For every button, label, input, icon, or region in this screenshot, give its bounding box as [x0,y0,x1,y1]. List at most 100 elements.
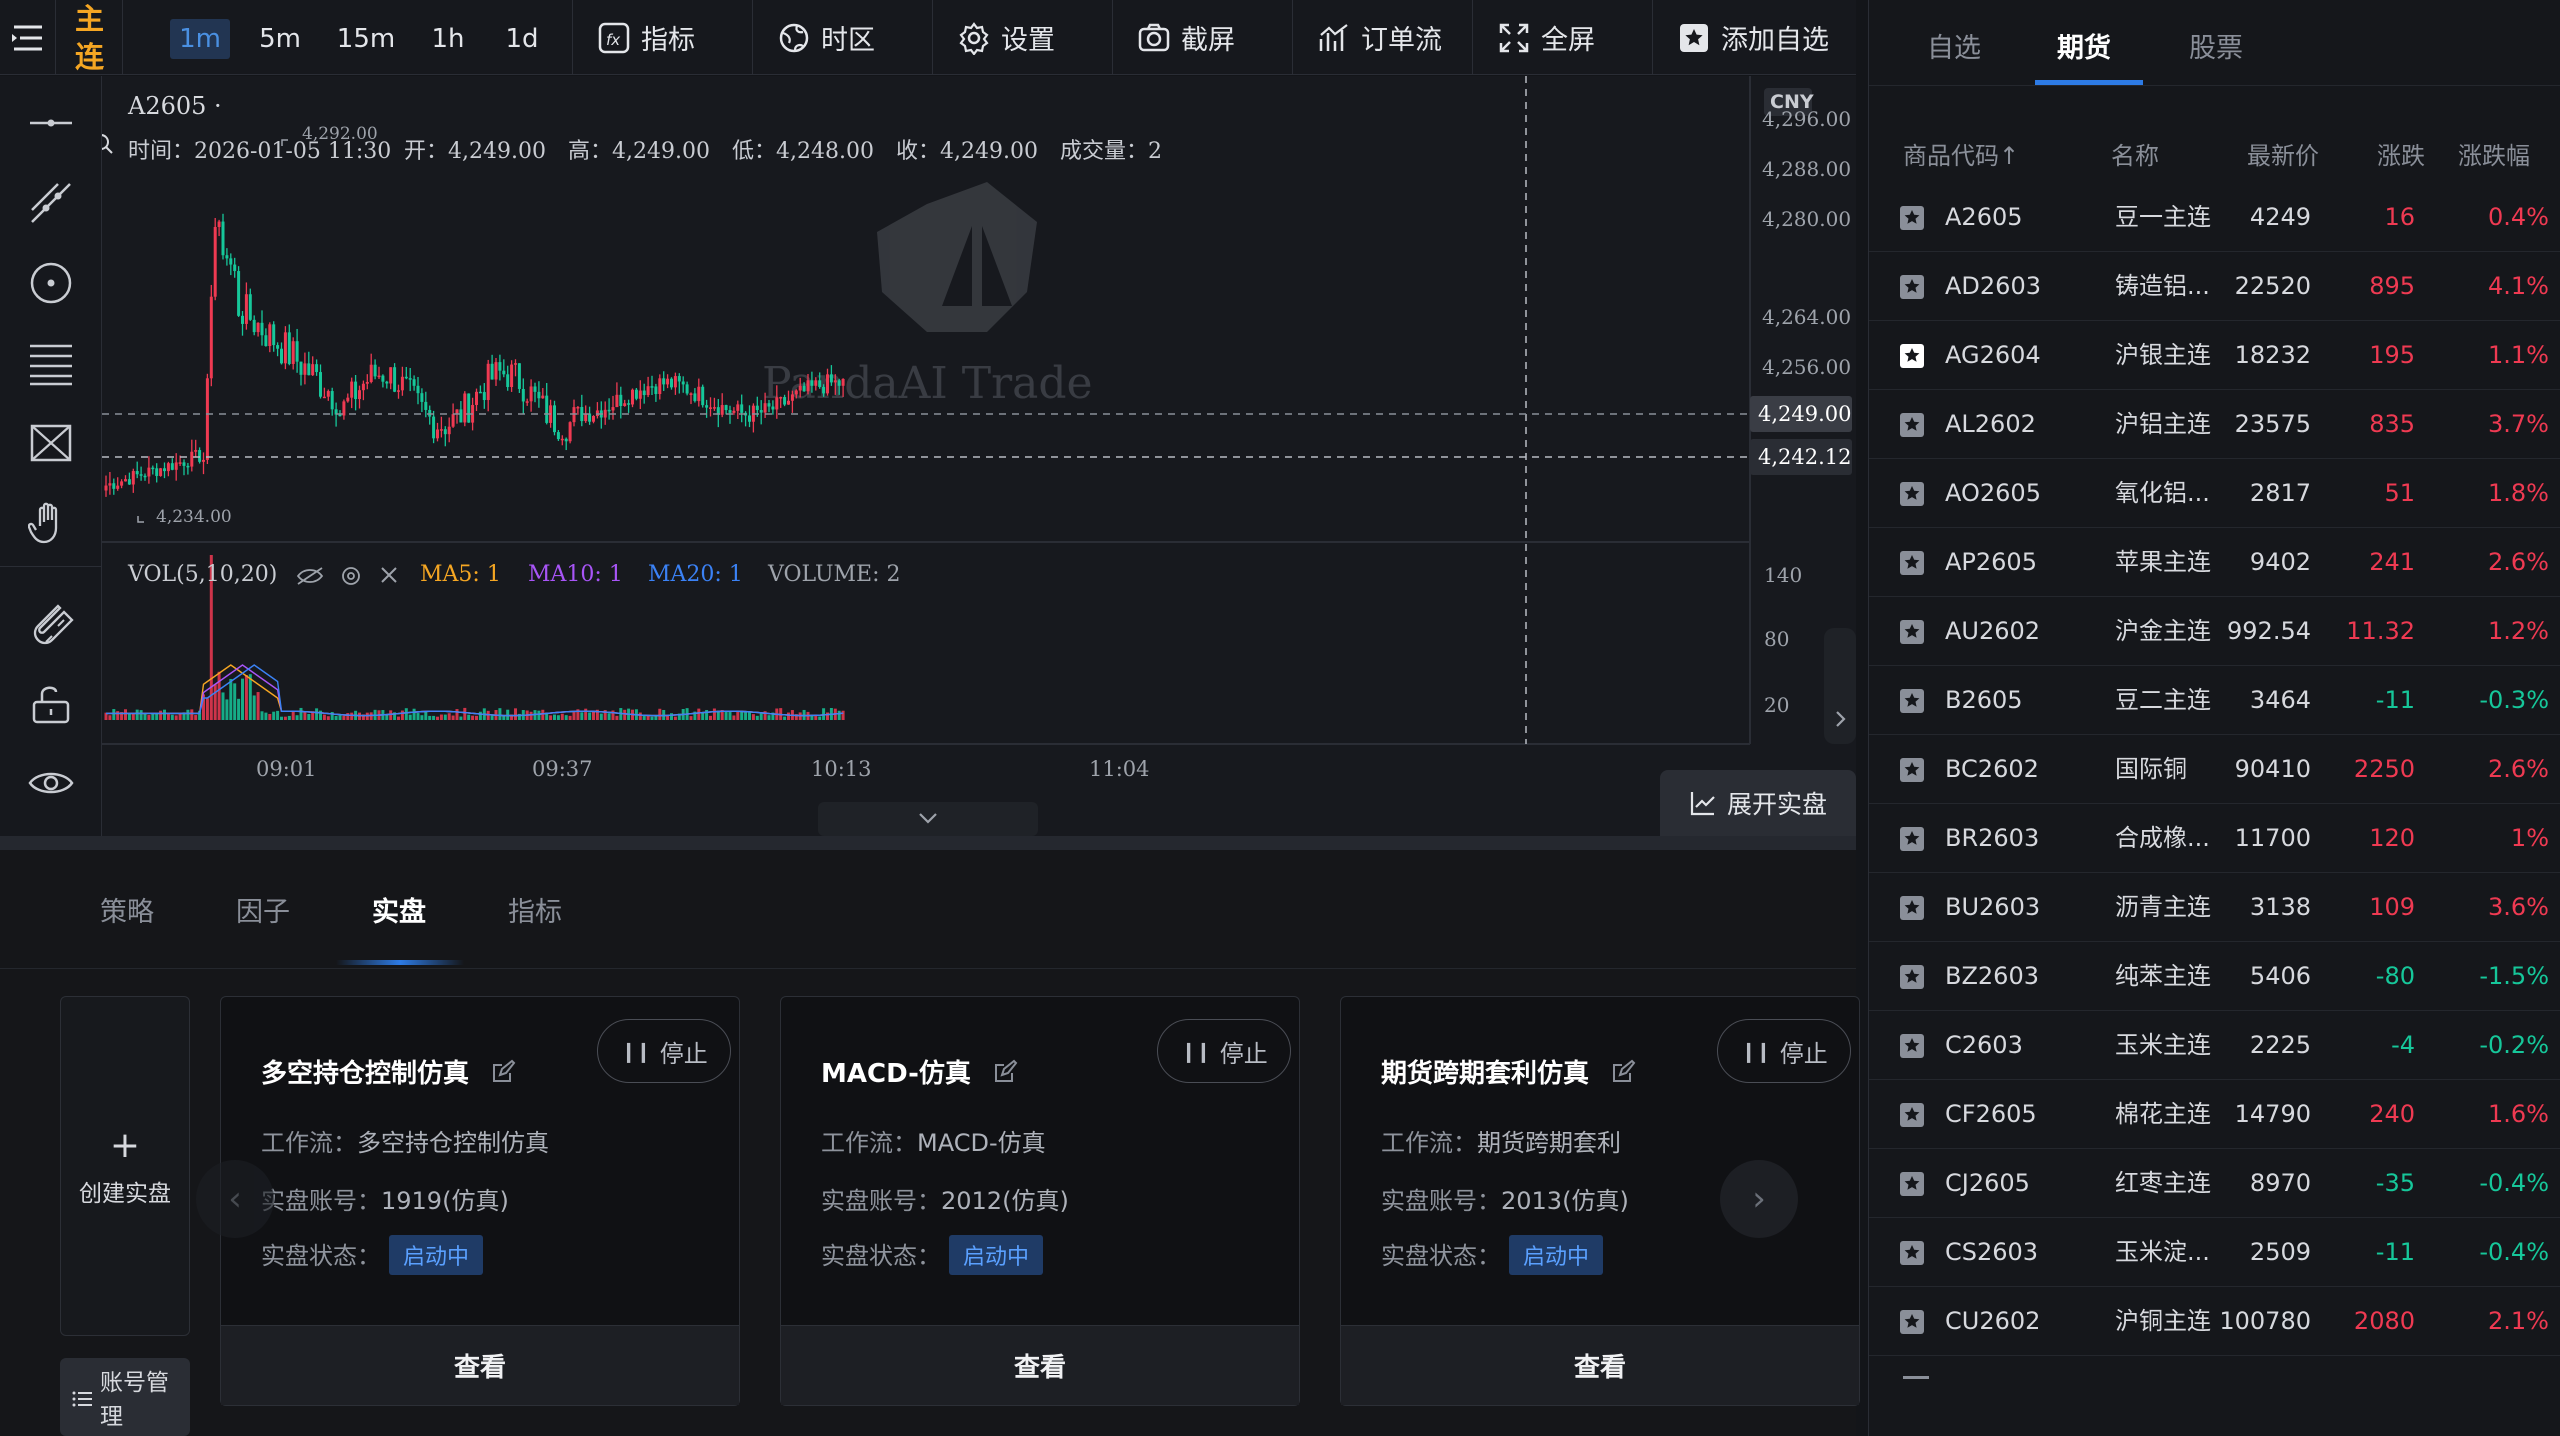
tab-live[interactable]: 实盘 [372,890,426,929]
star-bookmark-icon [1900,1310,1924,1334]
star-toggle[interactable] [1899,735,1925,804]
horizontal-line-tool[interactable] [24,96,78,150]
star-toggle[interactable] [1899,390,1925,459]
star-toggle[interactable] [1899,942,1925,1011]
stop-button[interactable]: ❙❙ 停止 [1157,1019,1291,1083]
star-toggle[interactable] [1899,1287,1925,1356]
tab-favorites[interactable]: 自选 [1927,26,1981,65]
watchlist-row[interactable]: BC2602 国际铜 90410 2250 2.6% [1869,735,2560,804]
watchlist-row[interactable]: BZ2603 纯苯主连 5406 -80 -1.5% [1869,942,2560,1011]
contract-type-selector[interactable]: 主 连 [57,0,123,75]
col-header-change[interactable]: 涨跌 [2377,136,2425,171]
watchlist-row[interactable]: AG2604 沪银主连 18232 195 1.1% [1869,321,2560,390]
fullscreen-button[interactable]: 全屏 [1472,0,1652,75]
lock-tool[interactable] [24,676,78,730]
star-toggle[interactable] [1899,252,1925,321]
remove-indicator-icon[interactable] [381,567,397,583]
timezone-button[interactable]: 时区 [752,0,932,75]
tab-factor[interactable]: 因子 [236,890,290,929]
col-header-code[interactable]: 商品代码↑ [1903,136,2019,171]
watchlist-row[interactable]: AL2602 沪铝主连 23575 835 3.7% [1869,390,2560,459]
account-management-button[interactable]: 账号管 理 [60,1358,190,1436]
circle-tool[interactable] [24,256,78,310]
timeframe-15m[interactable]: 15m [330,19,402,59]
screenshot-button[interactable]: 截屏 [1112,0,1292,75]
carousel-prev-button[interactable]: ‹ [196,1160,274,1238]
timeframe-5m[interactable]: 5m [250,19,310,59]
tab-indicator[interactable]: 指标 [508,890,562,929]
star-toggle[interactable] [1899,804,1925,873]
view-button[interactable]: 查看 [1341,1325,1859,1405]
watchlist-row[interactable]: C2603 玉米主连 2225 -4 -0.2% [1869,1011,2560,1080]
magnet-tool[interactable] [24,596,78,650]
tab-stocks[interactable]: 股票 [2189,26,2243,65]
hide-eye-icon[interactable] [296,567,324,585]
star-toggle[interactable] [1899,1149,1925,1218]
create-live-button[interactable]: + 创建实盘 [60,996,190,1336]
star-toggle[interactable] [1899,666,1925,735]
star-toggle[interactable] [1899,528,1925,597]
indicator-settings-icon[interactable] [342,567,360,585]
indicator-button[interactable]: fx 指标 [572,0,752,75]
visibility-tool[interactable] [24,756,78,810]
side-collapse-handle[interactable] [1824,628,1856,744]
tab-futures[interactable]: 期货 [2057,26,2111,65]
watchlist-row[interactable]: BR2603 合成橡... 11700 120 1% [1869,804,2560,873]
watchlist-row[interactable]: A2605 豆一主连 4249 16 0.4% [1869,183,2560,252]
candle-body [432,416,436,439]
star-toggle[interactable] [1899,1011,1925,1080]
chart-canvas[interactable]: PandaAI Trade CNY 4,296.00 4,288.00 4,28… [102,76,1856,836]
pan-hand-tool[interactable] [24,496,78,550]
star-toggle[interactable] [1899,1080,1925,1149]
watchlist-row[interactable]: BU2603 沥青主连 3138 109 3.6% [1869,873,2560,942]
star-toggle[interactable] [1899,597,1925,666]
col-header-pct[interactable]: 涨跌幅 [2458,136,2530,171]
star-toggle[interactable] [1899,1218,1925,1287]
watchlist-row[interactable]: CJ2605 红枣主连 8970 -35 -0.4% [1869,1149,2560,1218]
candle-body [198,450,202,462]
carousel-next-button[interactable]: › [1720,1160,1798,1238]
watchlist-row[interactable]: AP2605 苹果主连 9402 241 2.6% [1869,528,2560,597]
edit-icon[interactable] [490,1059,516,1085]
timeframe-1m[interactable]: 1m [170,19,230,59]
watchlist-row[interactable]: AU2602 沪金主连 992.54 11.32 1.2% [1869,597,2560,666]
watchlist-row[interactable]: B2605 豆二主连 3464 -11 -0.3% [1869,666,2560,735]
timeframe-1d[interactable]: 1d [494,19,550,59]
watchlist-row[interactable]: AD2603 铸造铝... 22520 895 4.1% [1869,252,2560,321]
view-button[interactable]: 查看 [781,1325,1299,1405]
price-chart[interactable]: PandaAI Trade CNY 4,296.00 4,288.00 4,28… [102,76,1856,836]
stop-button[interactable]: ❙❙ 停止 [1717,1019,1851,1083]
trend-line-tool[interactable] [24,176,78,230]
panel-separator[interactable] [0,836,1856,850]
col-header-last[interactable]: 最新价 [2247,136,2319,171]
settings-button[interactable]: 设置 [932,0,1112,75]
tabs-divider [1869,85,2560,86]
row-change: 835 [2369,410,2415,438]
watchlist-row[interactable]: CF2605 棉花主连 14790 240 1.6% [1869,1080,2560,1149]
row-pct: 2.1% [2488,1307,2549,1335]
expand-live-button[interactable]: 展开实盘 [1660,770,1856,836]
watchlist-row[interactable]: CU2602 沪铜主连 100780 2080 2.1% [1869,1287,2560,1356]
star-toggle[interactable] [1899,459,1925,528]
tab-strategy[interactable]: 策略 [100,890,154,929]
watchlist-row[interactable]: CS2603 玉米淀... 2509 -11 -0.4% [1869,1218,2560,1287]
search-icon[interactable] [102,134,113,154]
watchlist-row[interactable]: AO2605 氧化铝... 2817 51 1.8% [1869,459,2560,528]
orderflow-button[interactable]: 订单流 [1292,0,1472,75]
star-toggle[interactable] [1899,183,1925,252]
star-toggle[interactable] [1899,321,1925,390]
view-button[interactable]: 查看 [221,1325,739,1405]
fib-levels-tool[interactable] [24,336,78,390]
col-header-name[interactable]: 名称 [2111,136,2159,171]
star-toggle[interactable] [1899,873,1925,942]
add-watchlist-button[interactable]: 添加自选 [1652,0,1856,75]
volume-bar [767,715,771,720]
row-code: AP2605 [1945,548,2037,576]
panel-collapse-handle[interactable] [818,802,1038,836]
edit-icon[interactable] [992,1059,1018,1085]
gann-box-tool[interactable] [24,416,78,470]
timeframe-1h[interactable]: 1h [420,19,476,59]
edit-icon[interactable] [1610,1059,1636,1085]
stop-button[interactable]: ❙❙ 停止 [597,1019,731,1083]
menu-button[interactable] [0,0,56,75]
